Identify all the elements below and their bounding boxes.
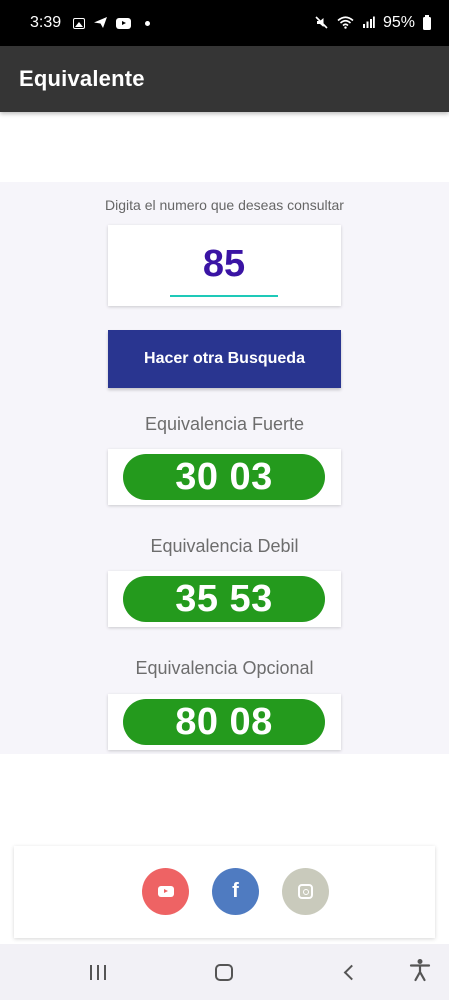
result-label-strong: Equivalencia Fuerte xyxy=(144,414,305,434)
youtube-button[interactable] xyxy=(142,868,189,915)
accessibility-icon xyxy=(409,958,431,987)
instagram-button[interactable] xyxy=(282,868,329,915)
status-bar: 3:39 95% xyxy=(0,0,449,46)
search-prompt: Digita el numero que deseas consultar xyxy=(105,197,344,213)
wifi-icon xyxy=(337,15,354,31)
back-button[interactable] xyxy=(319,944,379,1000)
number-input-card xyxy=(108,225,341,306)
youtube-icon xyxy=(116,17,132,29)
home-button[interactable] xyxy=(194,944,254,1000)
dot-icon xyxy=(145,20,151,26)
accessibility-button[interactable] xyxy=(390,944,449,1000)
input-underline xyxy=(170,295,278,297)
mute-icon xyxy=(314,15,329,32)
result-label-weak: Equivalencia Debil xyxy=(150,536,299,556)
facebook-icon: f xyxy=(232,880,239,902)
status-time: 3:39 xyxy=(30,14,62,31)
recents-icon xyxy=(90,964,106,980)
instagram-icon xyxy=(298,884,313,899)
image-icon xyxy=(73,17,86,29)
result-value-weak: 35 53 xyxy=(123,576,325,622)
result-value-strong: 30 03 xyxy=(123,454,325,500)
result-value-optional: 80 08 xyxy=(123,699,325,745)
back-icon xyxy=(343,964,359,980)
facebook-button[interactable]: f xyxy=(212,868,259,915)
app-title: Equivalente xyxy=(19,66,145,91)
app-bar: Equivalente xyxy=(0,46,449,112)
signal-icon xyxy=(362,16,375,31)
result-card-optional: 80 08 xyxy=(108,694,341,750)
recents-button[interactable] xyxy=(68,944,128,1000)
social-links-card: f xyxy=(14,846,435,938)
result-card-strong: 30 03 xyxy=(108,449,341,505)
youtube-icon xyxy=(157,886,174,897)
result-label-optional: Equivalencia Opcional xyxy=(135,658,314,678)
battery-icon xyxy=(423,14,431,30)
send-icon xyxy=(93,16,108,31)
battery-percentage: 95% xyxy=(382,14,415,31)
navigation-bar xyxy=(0,944,449,1000)
main-content: Digita el numero que deseas consultar Ha… xyxy=(0,182,449,754)
result-card-weak: 35 53 xyxy=(108,571,341,627)
status-right: 95% xyxy=(314,14,431,32)
new-search-button[interactable]: Hacer otra Busqueda xyxy=(108,330,341,388)
number-input[interactable] xyxy=(170,241,278,287)
status-left: 3:39 xyxy=(30,14,151,32)
home-icon xyxy=(215,963,233,981)
